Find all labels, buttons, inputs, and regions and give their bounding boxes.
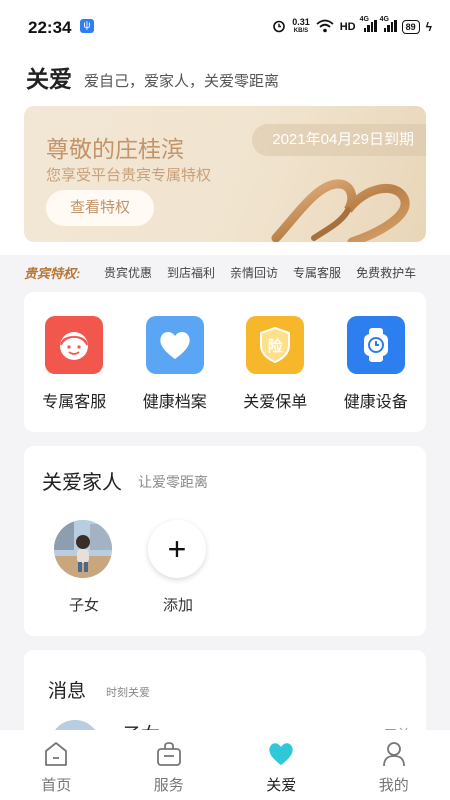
- page-subtitle: 爱自己，爱家人，关爱零距离: [84, 73, 280, 90]
- network-speed-value: 0.31: [292, 17, 310, 27]
- privilege-item[interactable]: 亲情回访: [230, 264, 278, 281]
- privilege-heading: 贵宾特权:: [24, 266, 81, 281]
- vip-greeting: 尊敬的庄桂滨: [46, 136, 184, 162]
- wifi-icon: [316, 19, 334, 36]
- tab-label: 服务: [153, 777, 184, 794]
- tab-care[interactable]: 关爱: [225, 730, 338, 800]
- heart-icon: [267, 740, 295, 768]
- add-family-label: 添加: [162, 597, 193, 614]
- family-member[interactable]: 子女: [54, 520, 114, 615]
- plus-icon: +: [148, 520, 206, 578]
- service-care-policy[interactable]: 险 关爱保单: [225, 316, 326, 412]
- heart-icon: [145, 316, 204, 374]
- network-speed: 0.31 KB/S: [292, 18, 310, 36]
- signal-icon: 4G: [360, 16, 377, 35]
- service-label: 关爱保单: [243, 394, 308, 411]
- vip-card[interactable]: 尊敬的庄桂滨 您享受平台贵宾专属特权 查看特权 2021年04月29日到期: [24, 106, 426, 242]
- status-indicators: 0.31 KB/S HD 4G 4G 89 ϟ: [272, 16, 432, 38]
- usb-icon: ψ: [80, 19, 94, 33]
- tab-label: 我的: [378, 777, 409, 794]
- family-subtitle: 让爱零距离: [138, 474, 208, 490]
- privilege-item[interactable]: 专属客服: [293, 264, 341, 281]
- service-bag-icon: [155, 740, 183, 768]
- charging-icon: ϟ: [425, 20, 432, 34]
- tab-profile[interactable]: 我的: [338, 730, 450, 800]
- privilege-item[interactable]: 贵宾优惠: [104, 264, 152, 281]
- top-section: 22:34 ψ 0.31 KB/S HD 4G 4G 89 ϟ 关爱 爱自己，爱…: [0, 0, 450, 255]
- avatar: [54, 520, 112, 578]
- messages-subtitle: 时刻关爱: [106, 687, 150, 699]
- service-health-devices[interactable]: 健康设备: [326, 316, 427, 412]
- page-title: 关爱: [26, 66, 72, 92]
- privilege-bar: 贵宾特权: 贵宾优惠 到店福利 亲情回访 专属客服 免费救护车: [0, 258, 450, 286]
- tab-home[interactable]: 首页: [0, 730, 113, 800]
- vip-subtitle: 您享受平台贵宾专属特权: [46, 167, 212, 184]
- battery-icon: 89: [401, 20, 420, 34]
- tab-services[interactable]: 服务: [113, 730, 226, 800]
- hd-label: HD: [339, 21, 356, 33]
- service-label: 健康档案: [142, 394, 207, 411]
- service-customer-service[interactable]: 专属客服: [24, 316, 125, 412]
- bottom-tab-bar: 首页 服务 关爱 我的: [0, 730, 450, 800]
- services-card: 专属客服 健康档案 险 关爱保单 健康设备: [24, 292, 426, 432]
- home-icon: [42, 740, 70, 768]
- family-member-name: 子女: [68, 597, 99, 614]
- smartwatch-icon: [346, 316, 405, 374]
- service-health-records[interactable]: 健康档案: [125, 316, 226, 412]
- status-time: 22:34: [28, 18, 72, 37]
- family-title: 关爱家人: [42, 472, 122, 494]
- tab-label: 关爱: [266, 777, 297, 794]
- profile-icon: [380, 740, 408, 768]
- services-row: 专属客服 健康档案 险 关爱保单 健康设备: [24, 316, 426, 412]
- add-family-button[interactable]: + 添加: [148, 520, 208, 615]
- golden-heart-ribbon-image: [271, 179, 410, 242]
- tab-label: 首页: [41, 777, 72, 794]
- service-label: 专属客服: [42, 394, 107, 411]
- vip-expire-date: 2021年04月29日到期: [252, 124, 426, 156]
- status-bar: 22:34 ψ 0.31 KB/S HD 4G 4G 89 ϟ: [0, 0, 450, 56]
- customer-service-icon: [45, 316, 104, 374]
- network-speed-unit: KB/S: [293, 28, 309, 34]
- insurance-glyph: 险: [267, 337, 283, 355]
- alarm-icon: [272, 19, 286, 36]
- privilege-item[interactable]: 免费救护车: [356, 264, 416, 281]
- service-label: 健康设备: [343, 394, 408, 411]
- view-privileges-button[interactable]: 查看特权: [46, 190, 154, 226]
- signal-icon-2: 4G: [380, 16, 397, 35]
- family-card: 关爱家人 让爱零距离 子女 + 添加: [24, 446, 426, 636]
- messages-title: 消息: [48, 681, 87, 702]
- insurance-shield-icon: 险: [246, 316, 305, 374]
- privilege-list: 贵宾优惠 到店福利 亲情回访 专属客服 免费救护车: [104, 264, 416, 281]
- privilege-item[interactable]: 到店福利: [167, 264, 215, 281]
